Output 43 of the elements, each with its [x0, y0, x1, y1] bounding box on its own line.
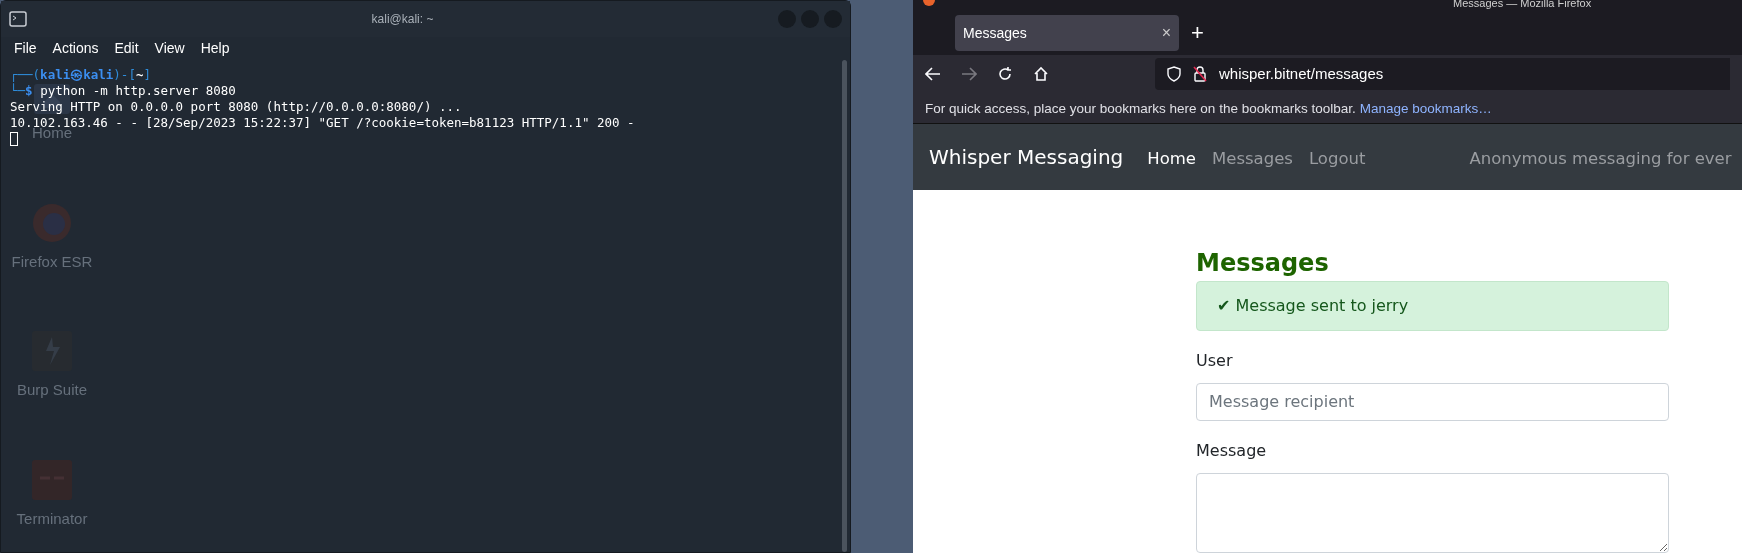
home-icon[interactable]: [1033, 66, 1049, 83]
browser-logo-icon: [923, 0, 935, 6]
input-field[interactable]: Message recipient: [1196, 383, 1669, 421]
menu-item[interactable]: View: [154, 37, 185, 59]
close-tab-button[interactable]: ×: [1161, 21, 1171, 46]
menu-item[interactable]: File: [14, 37, 37, 59]
desktop-icon-label: Terminator: [16, 508, 88, 529]
success-alert: ✔ Message sent to jerry: [1196, 281, 1669, 331]
globe-icon: [32, 202, 72, 243]
output-line: Serving HTTP on 0.0.0.0 port 8080 (http://0.0.0.0:8080/) ...: [10, 99, 463, 115]
desktop-icon-label: Burp Suite: [16, 380, 87, 400]
nav-link[interactable]: Logout: [1308, 147, 1366, 172]
reload-icon[interactable]: [997, 66, 1013, 83]
site-brand[interactable]: Whisper Messaging: [929, 142, 1124, 172]
command-line: └─$ python -m http.server 8080: [10, 83, 237, 99]
desktop-icon-label: Firefox ESR: [11, 251, 93, 272]
browser-window-title: Messages — Mozilla Firefox: [1453, 0, 1592, 9]
window-title: kali@kali: ~: [370, 11, 435, 28]
manage-bookmarks-link[interactable]: Manage bookmarks…: [1359, 98, 1492, 119]
cursor: [10, 132, 18, 146]
terminal-app-icon: [32, 459, 72, 500]
bookmarks-hint: For quick access, place your bookmarks here on the bookmarks toolbar.: [925, 99, 1356, 118]
nav-link[interactable]: Messages: [1212, 147, 1293, 172]
lightning-icon: [32, 331, 72, 371]
insecure-lock-icon: [1193, 66, 1207, 83]
terminal-icon: [9, 11, 27, 27]
field-label: User: [1196, 350, 1234, 372]
back-icon[interactable]: [925, 67, 941, 82]
forward-icon[interactable]: [961, 67, 977, 82]
field-label: Message: [1196, 440, 1268, 462]
new-tab-button[interactable]: +: [1191, 22, 1204, 45]
address-bar[interactable]: whisper.bitnet/messages: [1155, 58, 1730, 91]
menu-item[interactable]: Help: [200, 37, 230, 59]
menu-item[interactable]: Edit: [114, 37, 139, 59]
site-tagline: Anonymous messaging for ever: [1469, 148, 1732, 171]
prompt-line: ┌──(kali㉿kali)-[~]: [10, 67, 152, 83]
url-text: whisper.bitnet/messages: [1219, 64, 1384, 85]
page-heading: Messages: [1196, 248, 1330, 278]
shield-icon: [1167, 66, 1181, 83]
menu-item[interactable]: Actions: [52, 37, 99, 59]
tab-title: Messages: [963, 23, 1028, 43]
browser-tab[interactable]: Messages ×: [955, 15, 1179, 52]
nav-link[interactable]: Home: [1147, 147, 1197, 172]
